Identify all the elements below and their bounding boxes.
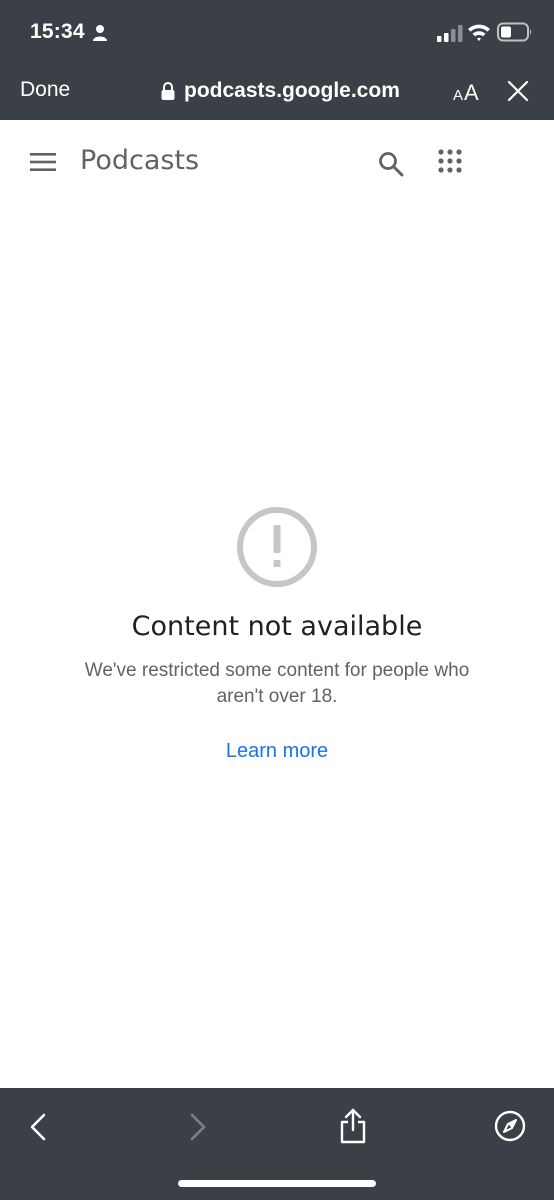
text-size-small-a: A bbox=[453, 87, 463, 104]
text-size-large-a: A bbox=[464, 80, 479, 104]
browser-bar: Done podcasts.google.com A A bbox=[0, 62, 554, 183]
alert-circle-icon bbox=[237, 507, 317, 587]
battery-icon bbox=[497, 22, 532, 42]
status-bar: 15:34 bbox=[0, 0, 554, 62]
wifi-icon bbox=[468, 24, 490, 41]
text-size-button[interactable]: A A bbox=[453, 78, 485, 104]
message-title: Content not available bbox=[131, 611, 423, 642]
person-icon bbox=[93, 25, 107, 41]
menu-icon[interactable] bbox=[30, 153, 56, 171]
content-unavailable-message: Content not available We've restricted s… bbox=[0, 505, 554, 763]
done-button[interactable]: Done bbox=[20, 78, 70, 102]
message-body: We've restricted some content for people… bbox=[84, 660, 470, 707]
forward-icon[interactable] bbox=[186, 1112, 210, 1142]
close-icon[interactable] bbox=[506, 79, 530, 103]
search-icon[interactable] bbox=[378, 151, 404, 177]
back-icon[interactable] bbox=[26, 1112, 50, 1142]
status-time: 15:34 bbox=[30, 20, 85, 43]
lock-icon bbox=[161, 82, 175, 100]
url-text: podcasts.google.com bbox=[184, 79, 400, 102]
learn-more-link[interactable]: Learn more bbox=[226, 740, 328, 763]
signal-icon bbox=[437, 25, 463, 42]
home-indicator bbox=[178, 1180, 376, 1187]
app-title: Podcasts bbox=[80, 145, 200, 176]
compass-icon[interactable] bbox=[494, 1110, 526, 1142]
app-header: Podcasts bbox=[0, 121, 554, 201]
bottom-toolbar bbox=[0, 1088, 554, 1200]
apps-icon[interactable] bbox=[438, 149, 462, 173]
share-icon[interactable] bbox=[338, 1108, 368, 1144]
url-bar[interactable]: podcasts.google.com bbox=[160, 76, 400, 106]
